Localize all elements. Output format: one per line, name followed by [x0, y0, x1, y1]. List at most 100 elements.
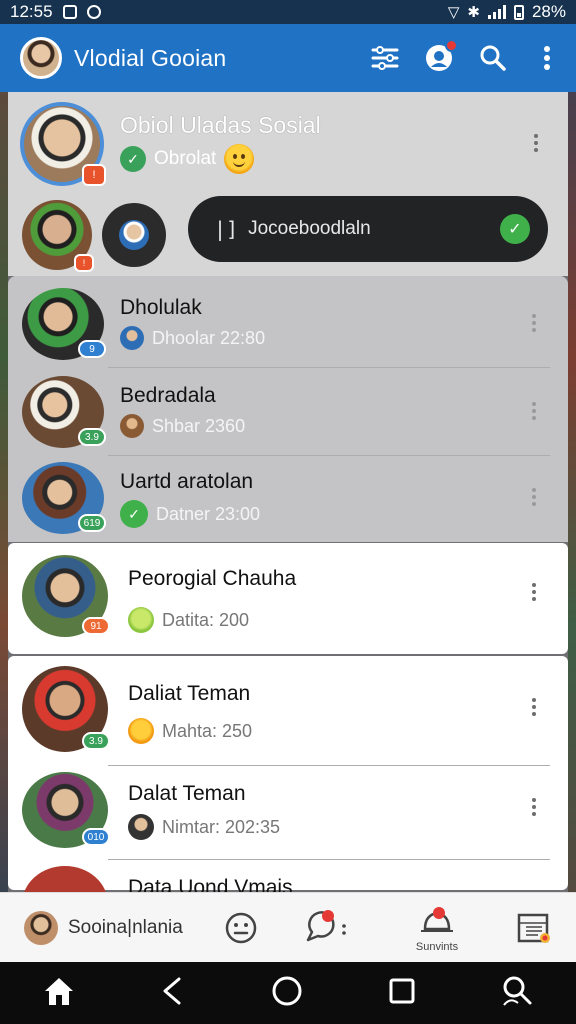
story-avatar[interactable]: ! — [22, 200, 94, 272]
notification-icon — [62, 5, 77, 19]
chat-avatar[interactable]: 619 — [22, 462, 106, 534]
chat-more-button[interactable] — [522, 792, 546, 822]
chat-row[interactable]: 619 Uartd aratolan ✓ Datner 23:00 — [8, 454, 568, 542]
tab-alerts[interactable]: Sunvints — [382, 893, 492, 963]
search-button[interactable] — [478, 43, 508, 73]
chat-more-button[interactable] — [522, 308, 546, 338]
status-bar: 12:55 ▽ ✱ 28% — [0, 0, 576, 24]
tab-avatar — [24, 910, 58, 945]
app-bar: Vlodial Gooian — [0, 24, 576, 92]
search-person-icon — [503, 976, 532, 1006]
chat-row[interactable]: 3.9 Daliat Teman Mahta: 250 — [8, 662, 568, 766]
row-divider — [108, 859, 550, 860]
mini-avatar — [120, 414, 144, 438]
profile-avatar[interactable] — [20, 37, 62, 79]
check-icon: ✓ — [500, 214, 530, 244]
chat-badge: 91 — [82, 617, 110, 635]
chat-subtitle-row: Nimtar: 202:35 — [128, 814, 280, 840]
tab-emoji[interactable] — [210, 893, 272, 963]
more-vert-icon — [544, 46, 550, 70]
tab-profile[interactable]: Sooina|nlania — [0, 893, 210, 963]
chat-row[interactable]: Data Uond Vmais — [8, 862, 568, 892]
back-icon — [163, 977, 181, 1004]
chat-subtitle: Mahta: 250 — [162, 720, 253, 741]
overview-home-button[interactable] — [271, 975, 303, 1012]
profile-status: ✓ Obrolat — [120, 144, 255, 174]
chat-title: Uartd aratolan — [120, 470, 254, 493]
tab-alerts-label: Sunvints — [415, 940, 459, 953]
chat-list-shaded: 9 Dholulak Dhoolar 22:80 3.9 Bedradala S… — [8, 276, 568, 542]
chat-more-button[interactable] — [522, 396, 546, 426]
home-icon — [44, 977, 73, 1005]
chat-subtitle: Dhoolar 22:80 — [152, 327, 266, 348]
chat-title: Dalat Teman — [128, 782, 246, 805]
search-system-button[interactable] — [500, 975, 534, 1012]
system-nav-bar — [0, 962, 576, 1024]
chat-badge: 3.9 — [78, 428, 106, 446]
chat-badge: 9 — [78, 340, 106, 358]
chat-notification-button[interactable] — [424, 39, 458, 73]
chat-bubble-icon — [306, 909, 346, 941]
story-row: ! — [22, 200, 166, 272]
story-avatar-small[interactable] — [102, 203, 166, 267]
profile-badge: ! — [82, 164, 106, 186]
bracket-icon: |] — [214, 217, 239, 241]
chat-row[interactable]: 9 Dholulak Dhoolar 22:80 — [8, 280, 568, 368]
story-badge: ! — [74, 254, 94, 272]
filter-button[interactable] — [370, 43, 400, 73]
chat-row[interactable]: 3.9 Bedradala Shbar 2360 — [8, 368, 568, 456]
chat-more-button[interactable] — [522, 692, 546, 722]
chat-more-button[interactable] — [522, 482, 546, 512]
bottom-tab-bar: Sooina|nlania Sunvints — [0, 892, 576, 962]
recents-icon — [389, 978, 415, 1003]
person-icon — [119, 220, 149, 250]
chat-subtitle: Nimtar: 202:35 — [162, 816, 281, 837]
back-button[interactable] — [159, 975, 187, 1012]
chat-subtitle-row: Dhoolar 22:80 — [120, 326, 265, 350]
chat-badge: 619 — [78, 514, 106, 532]
chat-badge: 010 — [82, 828, 110, 846]
chat-more-button[interactable] — [522, 577, 546, 607]
sync-icon — [86, 5, 101, 19]
circle-home-icon — [272, 976, 302, 1005]
recents-button[interactable] — [387, 976, 417, 1011]
status-time: 12:55 — [10, 2, 53, 21]
filter-icon — [371, 46, 399, 70]
chat-subtitle: Datita: 200 — [162, 609, 250, 630]
status-chip[interactable]: |] Jocoeboodlaln ✓ — [188, 196, 548, 262]
chat-avatar[interactable] — [22, 866, 108, 892]
chat-card[interactable]: 91 Peorogial Chauha Datita: 200 — [8, 543, 568, 654]
tab-chats[interactable] — [272, 893, 382, 963]
profile-photo[interactable]: ! — [20, 102, 106, 186]
mini-avatar — [128, 814, 154, 840]
chat-row[interactable]: 91 Peorogial Chauha Datita: 200 — [8, 553, 568, 641]
mini-avatar — [120, 326, 144, 350]
app-title: Vlodial Gooian — [74, 44, 227, 71]
chat-subtitle-row: Datita: 200 — [128, 607, 249, 633]
chat-title: Dholulak — [120, 296, 202, 319]
battery-icon — [513, 4, 524, 20]
bluetooth-icon: ✱ — [467, 4, 480, 21]
row-divider — [108, 765, 550, 766]
chat-subtitle-row: Shbar 2360 — [120, 414, 245, 438]
tab-calendar[interactable] — [492, 893, 576, 963]
chat-avatar[interactable]: 9 — [22, 288, 106, 360]
profile-more-button[interactable] — [524, 128, 548, 158]
smiley-icon — [128, 607, 154, 633]
status-chip-label: Jocoeboodlaln — [248, 218, 371, 239]
search-icon — [480, 45, 506, 71]
chat-row[interactable]: 010 Dalat Teman Nimtar: 202:35 — [8, 768, 568, 860]
notification-badge — [445, 39, 458, 52]
chat-title: Daliat Teman — [128, 682, 251, 705]
more-options-button[interactable] — [532, 43, 562, 73]
calendar-icon — [517, 913, 550, 943]
chat-avatar[interactable]: 91 — [22, 555, 110, 637]
profile-card[interactable]: ! Obiol Uladas Sosial ✓ Obrolat ! |] Joc… — [8, 92, 568, 276]
chat-card-group: 3.9 Daliat Teman Mahta: 250 010 Dalat Te… — [8, 656, 568, 892]
chat-avatar[interactable]: 3.9 — [22, 666, 110, 752]
home-button[interactable] — [42, 975, 76, 1012]
chat-avatar[interactable]: 3.9 — [22, 376, 106, 448]
background-strip-left — [0, 92, 8, 892]
chat-avatar[interactable]: 010 — [22, 772, 110, 848]
profile-status-text: Obrolat — [154, 148, 217, 169]
